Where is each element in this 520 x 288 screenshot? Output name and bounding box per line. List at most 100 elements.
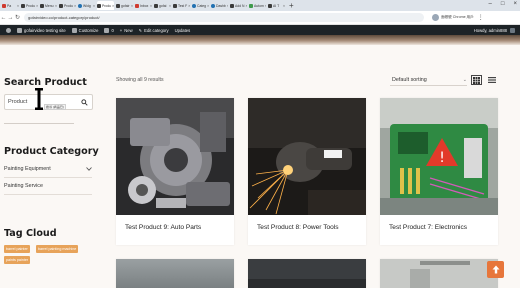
chevron-down-icon[interactable]: [86, 167, 92, 171]
tab-close-icon[interactable]: ×: [131, 4, 133, 8]
product-card[interactable]: [380, 259, 498, 288]
tab-favicon-icon: [97, 3, 101, 8]
updates-link[interactable]: Updates: [175, 28, 191, 33]
sort-select[interactable]: Default sorting ⌄: [390, 74, 467, 86]
new-tab-icon[interactable]: +: [289, 1, 294, 10]
list-view-button[interactable]: [486, 75, 497, 85]
tag-link[interactable]: paints painter: [4, 256, 31, 264]
tab-close-icon[interactable]: ×: [188, 4, 190, 8]
product-card[interactable]: Test Product 9: Auto Parts: [116, 98, 234, 245]
category-item[interactable]: Painting Equipment: [4, 166, 92, 172]
product-image[interactable]: [248, 259, 366, 288]
browser-tab[interactable]: Autom ×: [249, 1, 266, 10]
tab-close-icon[interactable]: ×: [265, 4, 266, 8]
tab-favicon-icon: [59, 3, 63, 8]
browser-tab[interactable]: Produ ×: [21, 1, 38, 10]
tab-close-icon[interactable]: ×: [55, 4, 57, 8]
tab-close-icon[interactable]: ×: [74, 4, 76, 8]
tab-close-icon[interactable]: ×: [150, 4, 152, 8]
tab-close-icon[interactable]: ×: [17, 4, 19, 8]
minimize-icon[interactable]: –: [489, 1, 492, 7]
browser-tab[interactable]: gofai ×: [154, 1, 171, 10]
tag-link[interactable]: barrel painter: [4, 245, 30, 253]
forward-icon[interactable]: →: [7, 15, 14, 21]
search-icon: [80, 98, 88, 106]
scroll-to-top-button[interactable]: [487, 261, 504, 278]
product-image-auto-parts[interactable]: [116, 98, 234, 215]
tab-close-icon[interactable]: ×: [207, 4, 209, 8]
browser-tab[interactable]: Widg ×: [78, 1, 95, 10]
product-image[interactable]: [380, 259, 498, 288]
tab-close-icon[interactable]: ×: [169, 4, 171, 8]
profile-button[interactable]: 面帳號 Chrome 用戶: [432, 14, 474, 21]
maximize-icon[interactable]: □: [501, 1, 505, 7]
product-image-electronics[interactable]: !: [380, 98, 498, 215]
tab-close-icon[interactable]: ×: [36, 4, 38, 8]
tab-favicon-icon: [230, 3, 234, 8]
text-cursor-icon: [35, 88, 43, 110]
tab-close-icon[interactable]: ×: [227, 4, 228, 8]
category-item[interactable]: Painting Service: [4, 183, 92, 189]
tab-favicon-icon: [154, 3, 158, 8]
tag-link[interactable]: barrel painting machine: [36, 245, 79, 253]
account-menu[interactable]: Howdy, admin888: [474, 27, 515, 33]
window-controls: – □ ×: [489, 1, 517, 7]
tab-favicon-icon: [78, 3, 82, 8]
browser-tab[interactable]: Menu ×: [40, 1, 57, 10]
address-bar[interactable]: gofairvideo.co/product-category/product/: [24, 13, 424, 22]
close-window-icon[interactable]: ×: [513, 1, 517, 7]
tab-favicon-icon: [173, 3, 177, 8]
edit-category-link[interactable]: ✎ Edit category: [139, 28, 169, 33]
browser-menu-icon[interactable]: ⋮: [478, 14, 484, 21]
svg-text:!: !: [439, 150, 445, 166]
tab-favicon-icon: [211, 3, 215, 8]
tab-favicon-icon: [192, 3, 196, 8]
tab-close-icon[interactable]: ×: [93, 4, 95, 8]
site-name-link[interactable]: gofairvideo testing site: [17, 27, 66, 33]
product-image[interactable]: [116, 259, 234, 288]
home-icon: [17, 27, 22, 33]
browser-tab[interactable]: Produ ×: [59, 1, 76, 10]
list-view-icon: [487, 77, 496, 83]
browser-tab[interactable]: Dashb ×: [211, 1, 228, 10]
reload-icon[interactable]: ↻: [14, 14, 21, 21]
product-image-power-tools[interactable]: [248, 98, 366, 215]
browser-tab[interactable]: Categ ×: [192, 1, 209, 10]
tab-close-icon[interactable]: ×: [112, 4, 114, 8]
avatar: [510, 27, 515, 33]
comments-link[interactable]: 0: [104, 27, 114, 33]
product-title[interactable]: Test Product 8: Power Tools: [257, 224, 339, 231]
grid-view-button[interactable]: [471, 75, 482, 85]
customize-link[interactable]: Customize: [71, 27, 98, 33]
browser-tab-active[interactable]: Produ ×: [97, 1, 114, 10]
browser-tab[interactable]: Add N ×: [230, 1, 247, 10]
product-card[interactable]: [116, 259, 234, 288]
search-button[interactable]: [79, 97, 89, 107]
back-icon[interactable]: ←: [0, 15, 7, 21]
product-card[interactable]: ! Test Product 7: Electronics: [380, 98, 498, 245]
plus-icon: +: [119, 27, 123, 33]
browser-tab[interactable]: Pa ×: [2, 1, 19, 10]
tab-close-icon[interactable]: ×: [245, 4, 247, 8]
wp-admin-bar: gofairvideo testing site Customize 0 + Ne…: [0, 25, 520, 35]
divider: [4, 194, 92, 195]
tab-favicon-icon: [116, 3, 120, 8]
product-card[interactable]: Test Product 8: Power Tools: [248, 98, 366, 245]
chevron-down-icon: ⌄: [462, 76, 467, 83]
product-title[interactable]: Test Product 9: Auto Parts: [125, 224, 201, 231]
product-card[interactable]: [248, 259, 366, 288]
browser-toolbar: ← → ↻ gofairvideo.co/product-category/pr…: [0, 11, 520, 25]
browser-tab[interactable]: Inbox ×: [135, 1, 152, 10]
divider: [4, 123, 74, 124]
product-title[interactable]: Test Product 7: Electronics: [389, 224, 467, 231]
wp-logo-icon[interactable]: [6, 27, 11, 33]
tab-close-icon[interactable]: ×: [283, 4, 285, 8]
browser-tab[interactable]: Test F ×: [173, 1, 190, 10]
new-content-link[interactable]: + New: [120, 28, 133, 33]
browser-tab[interactable]: gofair ×: [116, 1, 133, 10]
browser-tab-strip: Pa × Produ × Menu × Produ × Widg × Produ × gof…: [0, 0, 520, 11]
browser-tab[interactable]: AI T ×: [268, 1, 285, 10]
tab-favicon-icon: [21, 3, 25, 8]
arrow-up-icon: [492, 265, 499, 274]
tab-favicon-icon: [40, 3, 44, 8]
